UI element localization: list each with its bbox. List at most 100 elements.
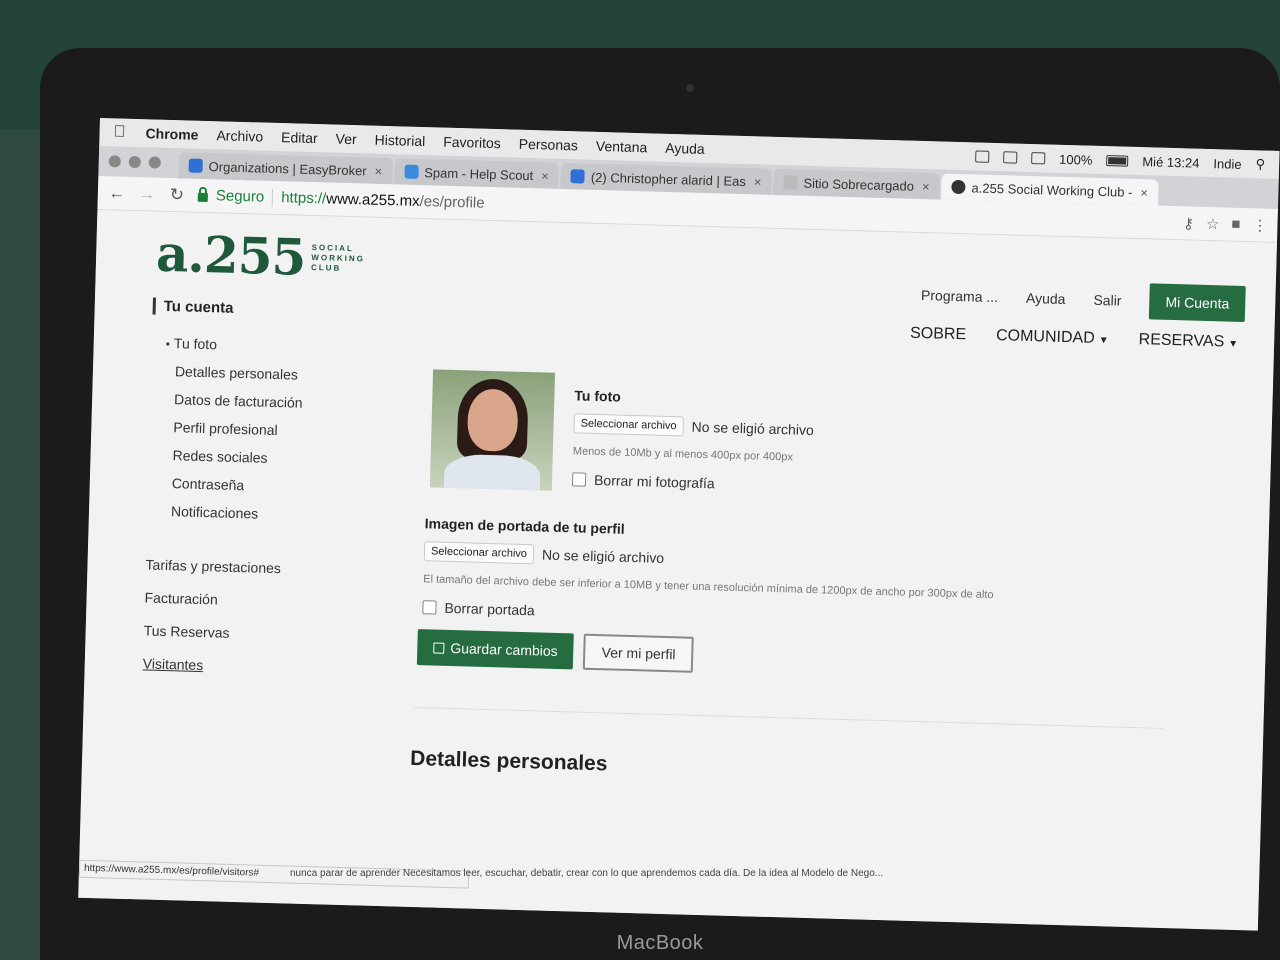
nav-comunidad[interactable]: COMUNIDAD ▼	[996, 327, 1109, 348]
save-changes-button[interactable]: Guardar cambios	[416, 629, 575, 670]
menubar-status-area: 100% Mié 13:24 Indie ⚲	[975, 148, 1265, 172]
photo-choose-file-button[interactable]: Seleccionar archivo	[573, 413, 684, 437]
cover-hint: El tamaño del archivo debe ser inferior …	[423, 573, 994, 602]
profile-form: Tu foto Seleccionar archivo No se eligió…	[410, 369, 1193, 775]
url-path: /es/profile	[419, 192, 485, 212]
webcam	[686, 84, 694, 92]
menu-personas[interactable]: Personas	[519, 136, 579, 154]
tab-title: Organizations | EasyBroker	[208, 158, 367, 178]
laptop-screen:  Chrome Archivo Editar Ver Historial Fa…	[78, 118, 1280, 931]
tab-title: Sitio Sobrecargado	[803, 175, 915, 194]
nav-comunidad-label: COMUNIDAD	[995, 327, 1095, 347]
photo-face	[466, 388, 519, 452]
spotlight-icon[interactable]: ⚲	[1255, 156, 1265, 172]
delete-photo-checkbox[interactable]	[571, 472, 587, 487]
delete-cover-checkbox[interactable]	[422, 600, 437, 615]
url-scheme: https://	[280, 189, 327, 208]
menu-editar[interactable]: Editar	[281, 129, 318, 146]
menu-favoritos[interactable]: Favoritos	[443, 134, 501, 152]
sidebar-item-visitantes[interactable]: Visitantes	[142, 655, 393, 695]
tab-title: (2) Christopher alarid | Eas	[590, 169, 747, 189]
globe-favicon-icon	[951, 179, 966, 195]
background-window-text: nunca parar de aprender Necesitamos leer…	[290, 868, 884, 879]
nav-sobre[interactable]: SOBRE	[910, 325, 966, 345]
nav-reservas[interactable]: RESERVAS ▼	[1138, 331, 1238, 352]
url-text[interactable]: https://www.a255.mx/es/profile	[281, 189, 485, 212]
nav-sobre-label: SOBRE	[909, 324, 967, 344]
tab-title: a.255 Social Working Club -	[971, 179, 1133, 200]
sidebar-main-list: Tarifas y prestaciones Facturación Tus R…	[142, 556, 396, 695]
zoom-window-icon[interactable]	[148, 156, 161, 169]
profile-photo	[429, 369, 556, 491]
reload-icon[interactable]: ↻	[168, 184, 187, 204]
extension-icon[interactable]: ■	[1231, 216, 1241, 233]
menu-dots-icon[interactable]: ⋮	[1252, 216, 1267, 234]
battery-icon[interactable]	[1106, 154, 1129, 167]
back-arrow-icon[interactable]: ←	[108, 183, 127, 203]
tab-close-icon[interactable]: ×	[541, 168, 549, 183]
forward-arrow-icon[interactable]: →	[138, 184, 157, 204]
menubar-user[interactable]: Indie	[1213, 156, 1242, 172]
sidebar-heading[interactable]: Tu cuenta	[152, 297, 403, 322]
nav-programa[interactable]: Programa ...	[921, 287, 998, 305]
easybroker-favicon-icon	[188, 158, 203, 173]
star-icon[interactable]: ☆	[1206, 214, 1220, 232]
delete-cover-row: Borrar portada	[422, 599, 1122, 635]
close-window-icon[interactable]	[108, 155, 121, 168]
nav-ayuda[interactable]: Ayuda	[1026, 290, 1066, 307]
view-profile-button[interactable]: Ver mi perfil	[583, 633, 695, 673]
secure-label: Seguro	[215, 187, 265, 206]
lock-icon	[197, 192, 208, 203]
tab-close-icon[interactable]: ×	[922, 178, 930, 193]
menubar-clock[interactable]: Mié 13:24	[1142, 154, 1199, 171]
form-actions: Guardar cambios Ver mi perfil	[416, 629, 695, 673]
site-logo[interactable]: a.255 SOCIAL WORKING CLUB	[155, 224, 372, 289]
airplay-icon[interactable]	[1031, 152, 1046, 165]
save-changes-label: Guardar cambios	[450, 639, 558, 659]
menu-archivo[interactable]: Archivo	[216, 127, 263, 144]
dropbox-icon[interactable]	[975, 150, 990, 163]
save-disk-icon	[433, 642, 445, 654]
tab-close-icon[interactable]: ×	[1140, 185, 1148, 200]
menubar-app-name[interactable]: Chrome	[145, 125, 198, 142]
menu-ver[interactable]: Ver	[335, 131, 356, 148]
menu-ayuda[interactable]: Ayuda	[665, 140, 705, 157]
tab-help-scout[interactable]: Spam - Help Scout ×	[393, 158, 560, 189]
easybroker-favicon-icon	[570, 169, 586, 184]
minimize-window-icon[interactable]	[128, 155, 141, 169]
caret-down-icon: ▼	[1098, 334, 1109, 347]
laptop-brand-label: MacBook	[616, 932, 704, 954]
sidebar-item-notificaciones[interactable]: Notificaciones	[170, 503, 397, 537]
photo-field-title: Tu foto	[574, 387, 622, 405]
key-icon[interactable]: ⚷	[1183, 214, 1194, 232]
delete-cover-label[interactable]: Borrar portada	[444, 600, 535, 619]
url-host: www.a255.mx	[325, 190, 420, 210]
photo-no-file-label: No se eligió archivo	[691, 418, 814, 439]
logo-tagline: SOCIAL WORKING CLUB	[310, 242, 366, 273]
window-controls	[108, 155, 161, 169]
nav-reservas-label: RESERVAS	[1138, 331, 1225, 351]
cover-no-file-label: No se eligió archivo	[541, 546, 665, 566]
page-favicon-icon	[783, 175, 798, 190]
main-nav: SOBRE COMUNIDAD ▼ RESERVAS ▼	[910, 325, 1239, 352]
apple-icon[interactable]: 	[113, 123, 129, 141]
cover-upload-block: Imagen de portada de tu perfil Seleccion…	[422, 515, 1125, 635]
photo-file-row: Seleccionar archivo No se eligió archivo	[573, 413, 814, 440]
tab-sitio-sobrecargado[interactable]: Sitio Sobrecargado ×	[773, 168, 940, 200]
battery-percent: 100%	[1058, 151, 1093, 168]
tab-close-icon[interactable]: ×	[374, 163, 382, 178]
section-divider	[413, 706, 1164, 729]
wifi-icon[interactable]	[1003, 151, 1018, 164]
cover-choose-file-button[interactable]: Seleccionar archivo	[423, 541, 535, 565]
address-divider	[271, 188, 274, 207]
web-page: a.255 SOCIAL WORKING CLUB Programa ... A…	[78, 209, 1277, 931]
logo-wordmark: a.255	[155, 223, 307, 287]
account-sidebar: Tu cuenta Tu foto Detalles personales Da…	[142, 297, 403, 696]
my-account-button[interactable]: Mi Cuenta	[1148, 283, 1246, 323]
tab-title: Spam - Help Scout	[424, 164, 534, 183]
nav-salir[interactable]: Salir	[1093, 292, 1121, 309]
tab-close-icon[interactable]: ×	[754, 174, 762, 189]
delete-photo-label[interactable]: Borrar mi fotografía	[594, 472, 715, 491]
menu-ventana[interactable]: Ventana	[596, 138, 648, 155]
menu-historial[interactable]: Historial	[374, 132, 425, 149]
